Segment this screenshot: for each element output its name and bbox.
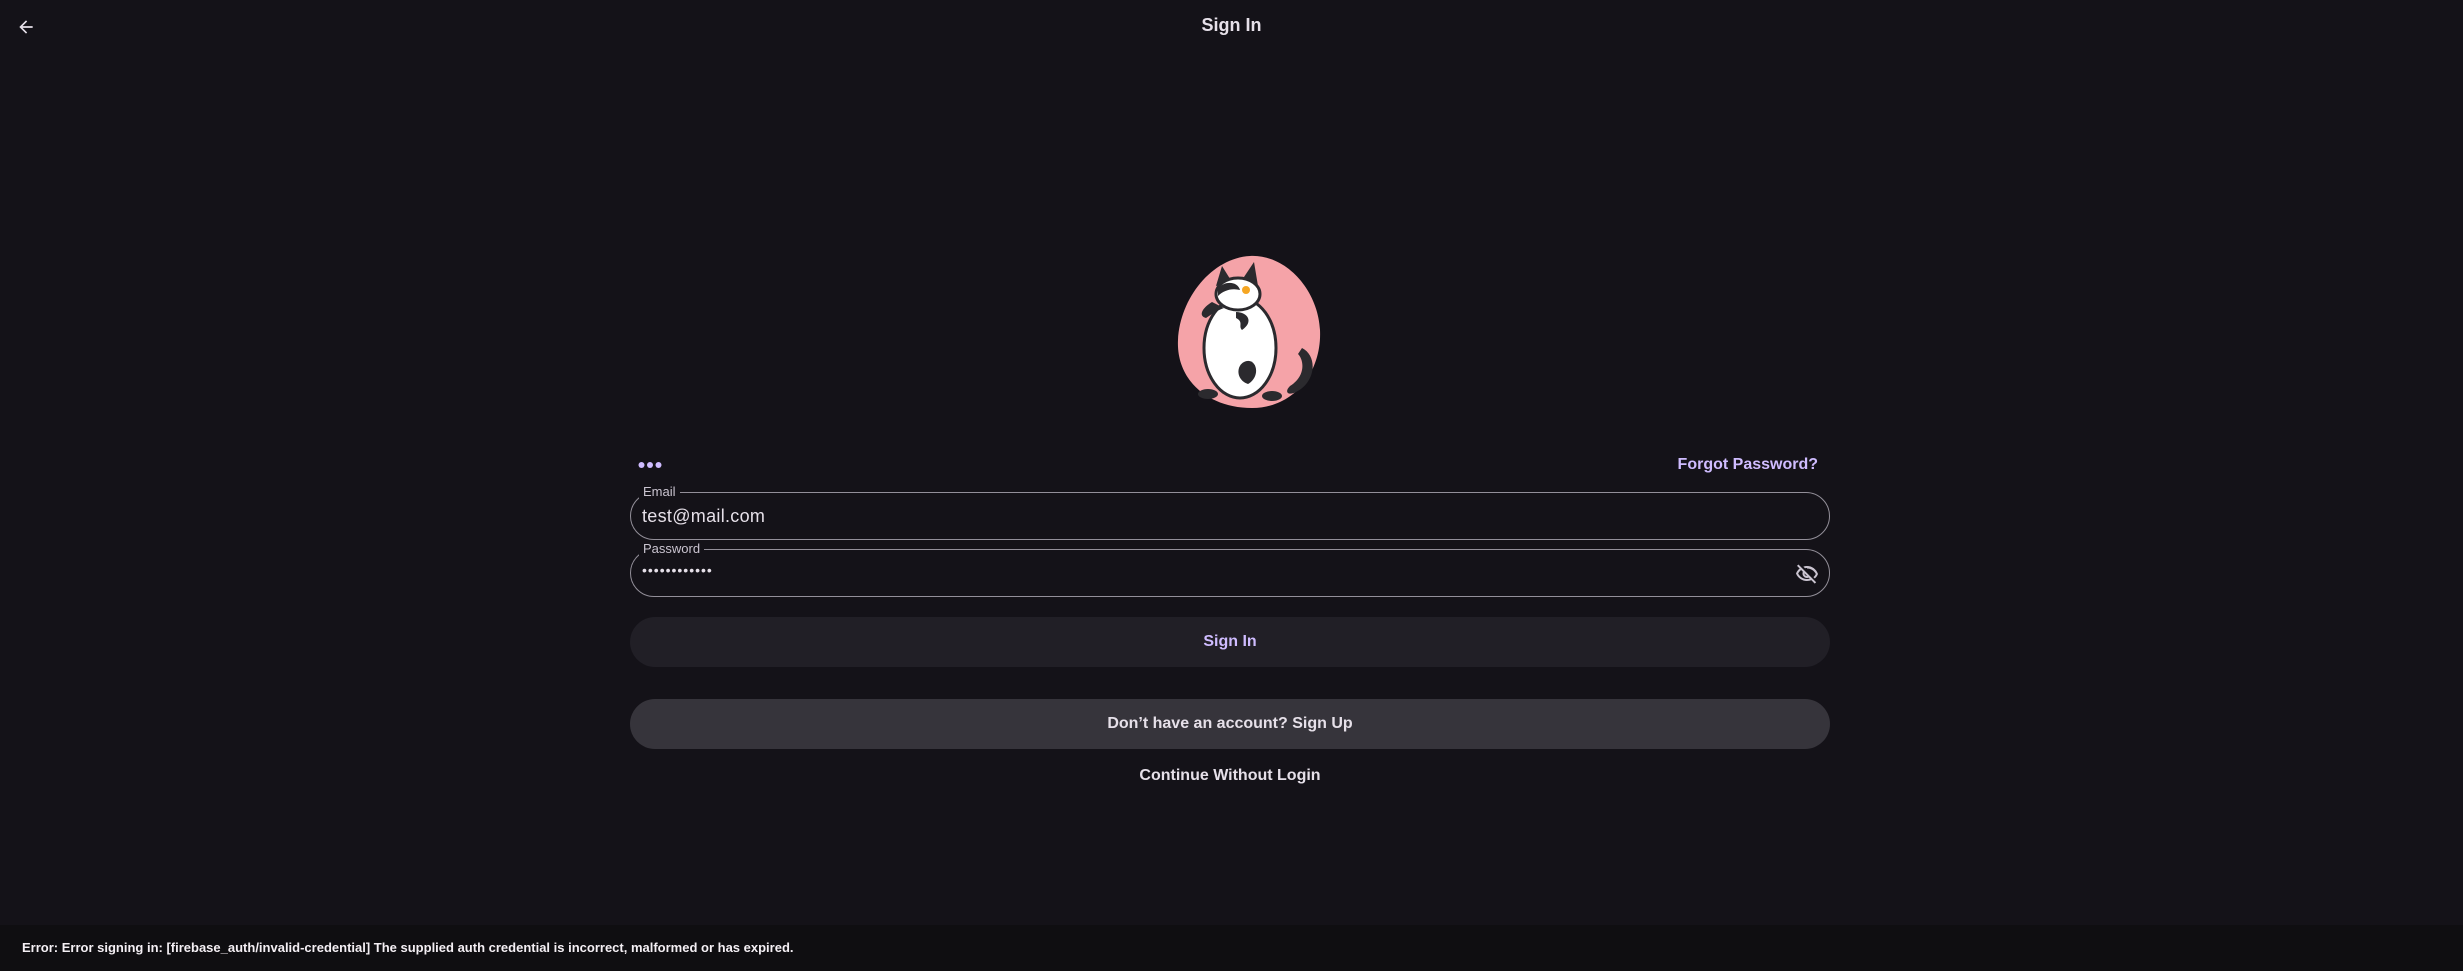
sign-in-form: Forgot Password? Email test@mail.com Pas… xyxy=(630,448,1830,785)
error-message: Error: Error signing in: [firebase_auth/… xyxy=(22,940,794,955)
email-field-label: Email xyxy=(639,484,680,499)
forgot-password-link[interactable]: Forgot Password? xyxy=(1678,456,1818,474)
continue-without-login-link[interactable]: Continue Without Login xyxy=(630,767,1830,785)
password-field[interactable]: Password •••••••••••• xyxy=(630,541,1830,597)
password-field-label: Password xyxy=(639,541,705,556)
app-bar: Sign In xyxy=(0,0,2463,54)
email-field[interactable]: Email test@mail.com xyxy=(630,484,1830,540)
cat-mascot-illustration xyxy=(1177,255,1321,408)
form-header-row: Forgot Password? xyxy=(630,448,1830,484)
eye-off-icon[interactable] xyxy=(1795,562,1819,586)
dots-icon xyxy=(638,462,662,468)
sign-up-button[interactable]: Don’t have an account? Sign Up xyxy=(630,699,1830,749)
email-field-value[interactable]: test@mail.com xyxy=(642,506,765,527)
password-field-value[interactable]: •••••••••••• xyxy=(642,562,713,578)
page-title: Sign In xyxy=(1201,15,1262,35)
sign-in-button[interactable]: Sign In xyxy=(630,617,1830,667)
error-snackbar: Error: Error signing in: [firebase_auth/… xyxy=(0,925,2463,971)
